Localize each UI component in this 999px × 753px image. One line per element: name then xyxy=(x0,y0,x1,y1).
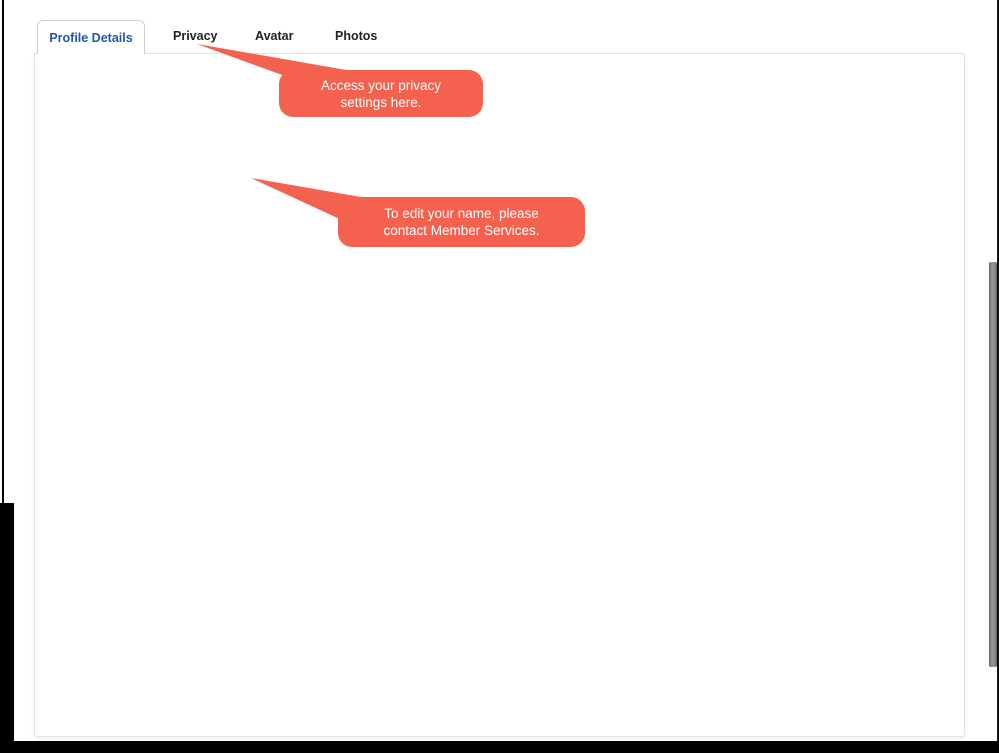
left-redaction-bar xyxy=(0,503,14,753)
tab-photos[interactable]: Photos xyxy=(335,29,377,43)
profile-details-panel xyxy=(34,53,965,737)
tab-privacy-label: Privacy xyxy=(173,29,217,43)
name-callout: To edit your name, please contact Member… xyxy=(338,197,585,247)
tab-profile-details[interactable]: Profile Details xyxy=(37,20,145,54)
privacy-callout-line1: Access your privacy xyxy=(321,77,441,94)
tab-avatar-label: Avatar xyxy=(255,29,293,43)
privacy-callout-line2: settings here. xyxy=(340,94,421,111)
profile-edit-page: Profile Details Privacy Avatar Photos Ed… xyxy=(0,0,999,753)
tab-privacy[interactable]: Privacy xyxy=(173,29,217,43)
privacy-callout: Access your privacy settings here. xyxy=(279,70,483,117)
tab-profile-details-label: Profile Details xyxy=(49,31,132,45)
name-callout-line2: contact Member Services. xyxy=(383,222,539,239)
bottom-redaction-bar xyxy=(0,741,999,753)
name-callout-line1: To edit your name, please xyxy=(384,205,539,222)
tab-avatar[interactable]: Avatar xyxy=(255,29,293,43)
vertical-scrollbar-thumb[interactable] xyxy=(989,262,997,667)
tab-photos-label: Photos xyxy=(335,29,377,43)
